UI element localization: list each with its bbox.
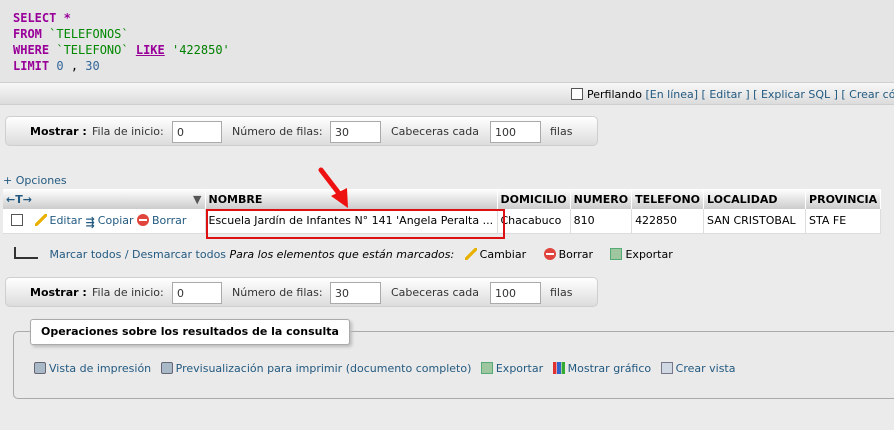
sql-table: `TELEFONOS` [49,27,129,41]
export-icon [610,248,623,260]
sql-query-box: SELECT * FROM `TELEFONOS` WHERE `TELEFON… [0,0,894,82]
change-selected-button[interactable]: Cambiar [480,248,526,261]
bar-chart-icon [552,362,565,374]
create-view-link[interactable]: Crear vista [676,362,736,375]
start-row-input[interactable] [172,121,222,143]
copy-row-link[interactable]: Copiar [98,214,134,227]
options-link[interactable]: + Opciones [3,174,67,187]
sql-tools-links[interactable]: [En línea] [ Editar ] [ Explicar SQL ] [… [645,88,894,101]
sql-where: WHERE [13,43,50,57]
copy-icon: ⇶ [85,215,95,229]
header-domicilio[interactable]: DOMICILIO [497,189,571,209]
unmark-all-link[interactable]: Desmarcar todos [132,248,226,261]
cell-domicilio[interactable]: Chacabuco [497,209,571,234]
mark-all-link[interactable]: Marcar todos [50,248,122,261]
navigation-bar-top: Mostrar : Fila de inicio: Número de fila… [5,116,598,146]
column-arrows-header[interactable]: ←T→ ▼ [3,189,206,209]
num-rows-label: Número de filas: [232,286,323,299]
query-operations-legend: Operaciones sobre los resultados de la c… [30,319,350,345]
print-view-link[interactable]: Vista de impresión [49,362,151,375]
cell-localidad[interactable]: SAN CRISTOBAL [703,209,807,234]
sql-select: SELECT [13,11,57,25]
start-row-input[interactable] [172,282,222,304]
sql-limit-start: 0 [56,59,64,73]
arrow-up-icon [14,247,38,259]
column-move-icon[interactable]: ←T→ [6,193,32,206]
headers-every-label: Cabeceras cada [391,286,479,299]
rows-suffix-label: filas [550,125,573,138]
mark-separator: / [124,248,129,261]
delete-selected-button[interactable]: Borrar [559,248,593,261]
printer-icon [34,362,46,374]
cell-numero[interactable]: 810 [570,209,633,234]
delete-icon [137,213,150,226]
sql-toolbar: Perfilando [En línea] [ Editar ] [ Expli… [0,82,894,105]
sql-like[interactable]: LIKE [136,43,165,57]
export-selected-button[interactable]: Exportar [625,248,672,261]
row-actions-cell: Editar ⇶ Copiar Borrar [3,209,206,234]
cell-provincia[interactable]: STA FE [805,209,882,234]
sql-value: '422850' [171,43,230,57]
sql-column: `TELEFONO` [56,43,129,57]
show-label: Mostrar : [30,125,87,138]
view-icon [660,362,673,374]
sql-limit-count: 30 [85,59,100,73]
export-link[interactable]: Exportar [496,362,543,375]
headers-every-input[interactable] [490,121,541,143]
table-header-row: ←T→ ▼ NOMBRE DOMICILIO NUMERO TELEFONO L… [3,189,882,209]
header-localidad[interactable]: LOCALIDAD [703,189,807,209]
start-row-label: Fila de inicio: [92,286,164,299]
num-rows-input[interactable] [330,282,381,304]
headers-every-input[interactable] [490,282,541,304]
profiling-checkbox[interactable] [571,88,583,100]
with-selected-label: Para los elementos que están marcados: [229,248,455,261]
header-numero[interactable]: NUMERO [570,189,633,209]
show-chart-link[interactable]: Mostrar gráfico [568,362,652,375]
show-label: Mostrar : [30,286,87,299]
printer-icon [160,362,173,374]
header-telefono[interactable]: TELEFONO [631,189,705,209]
rows-suffix-label: filas [550,286,573,299]
annotation-arrow-icon [318,167,348,208]
cell-telefono[interactable]: 422850 [631,209,705,234]
delete-icon [543,248,556,260]
header-provincia[interactable]: PROVINCIA [805,189,882,209]
export-icon [480,362,493,374]
query-operations-links: Vista de impresión Previsualización para… [34,362,741,375]
sort-triangle-icon[interactable]: ▼ [193,193,201,206]
sql-limit-sep: , [70,59,79,73]
start-row-label: Fila de inicio: [92,125,164,138]
num-rows-input[interactable] [330,121,381,143]
sql-limit: LIMIT [13,59,50,73]
print-full-link[interactable]: Previsualización para imprimir (document… [176,362,472,375]
edit-row-link[interactable]: Editar [50,214,83,227]
with-selected-bar: Marcar todos / Desmarcar todos Para los … [14,247,673,261]
row-checkbox[interactable] [11,213,23,226]
sql-star: * [63,11,71,25]
pencil-icon [464,248,477,260]
annotation-highlight-box [206,209,505,239]
profiling-label: Perfilando [587,88,642,101]
delete-row-link[interactable]: Borrar [152,214,186,227]
sql-from: FROM [13,27,42,41]
pencil-icon [34,213,47,226]
num-rows-label: Número de filas: [232,125,323,138]
navigation-bar-bottom: Mostrar : Fila de inicio: Número de fila… [5,277,598,307]
headers-every-label: Cabeceras cada [391,125,479,138]
